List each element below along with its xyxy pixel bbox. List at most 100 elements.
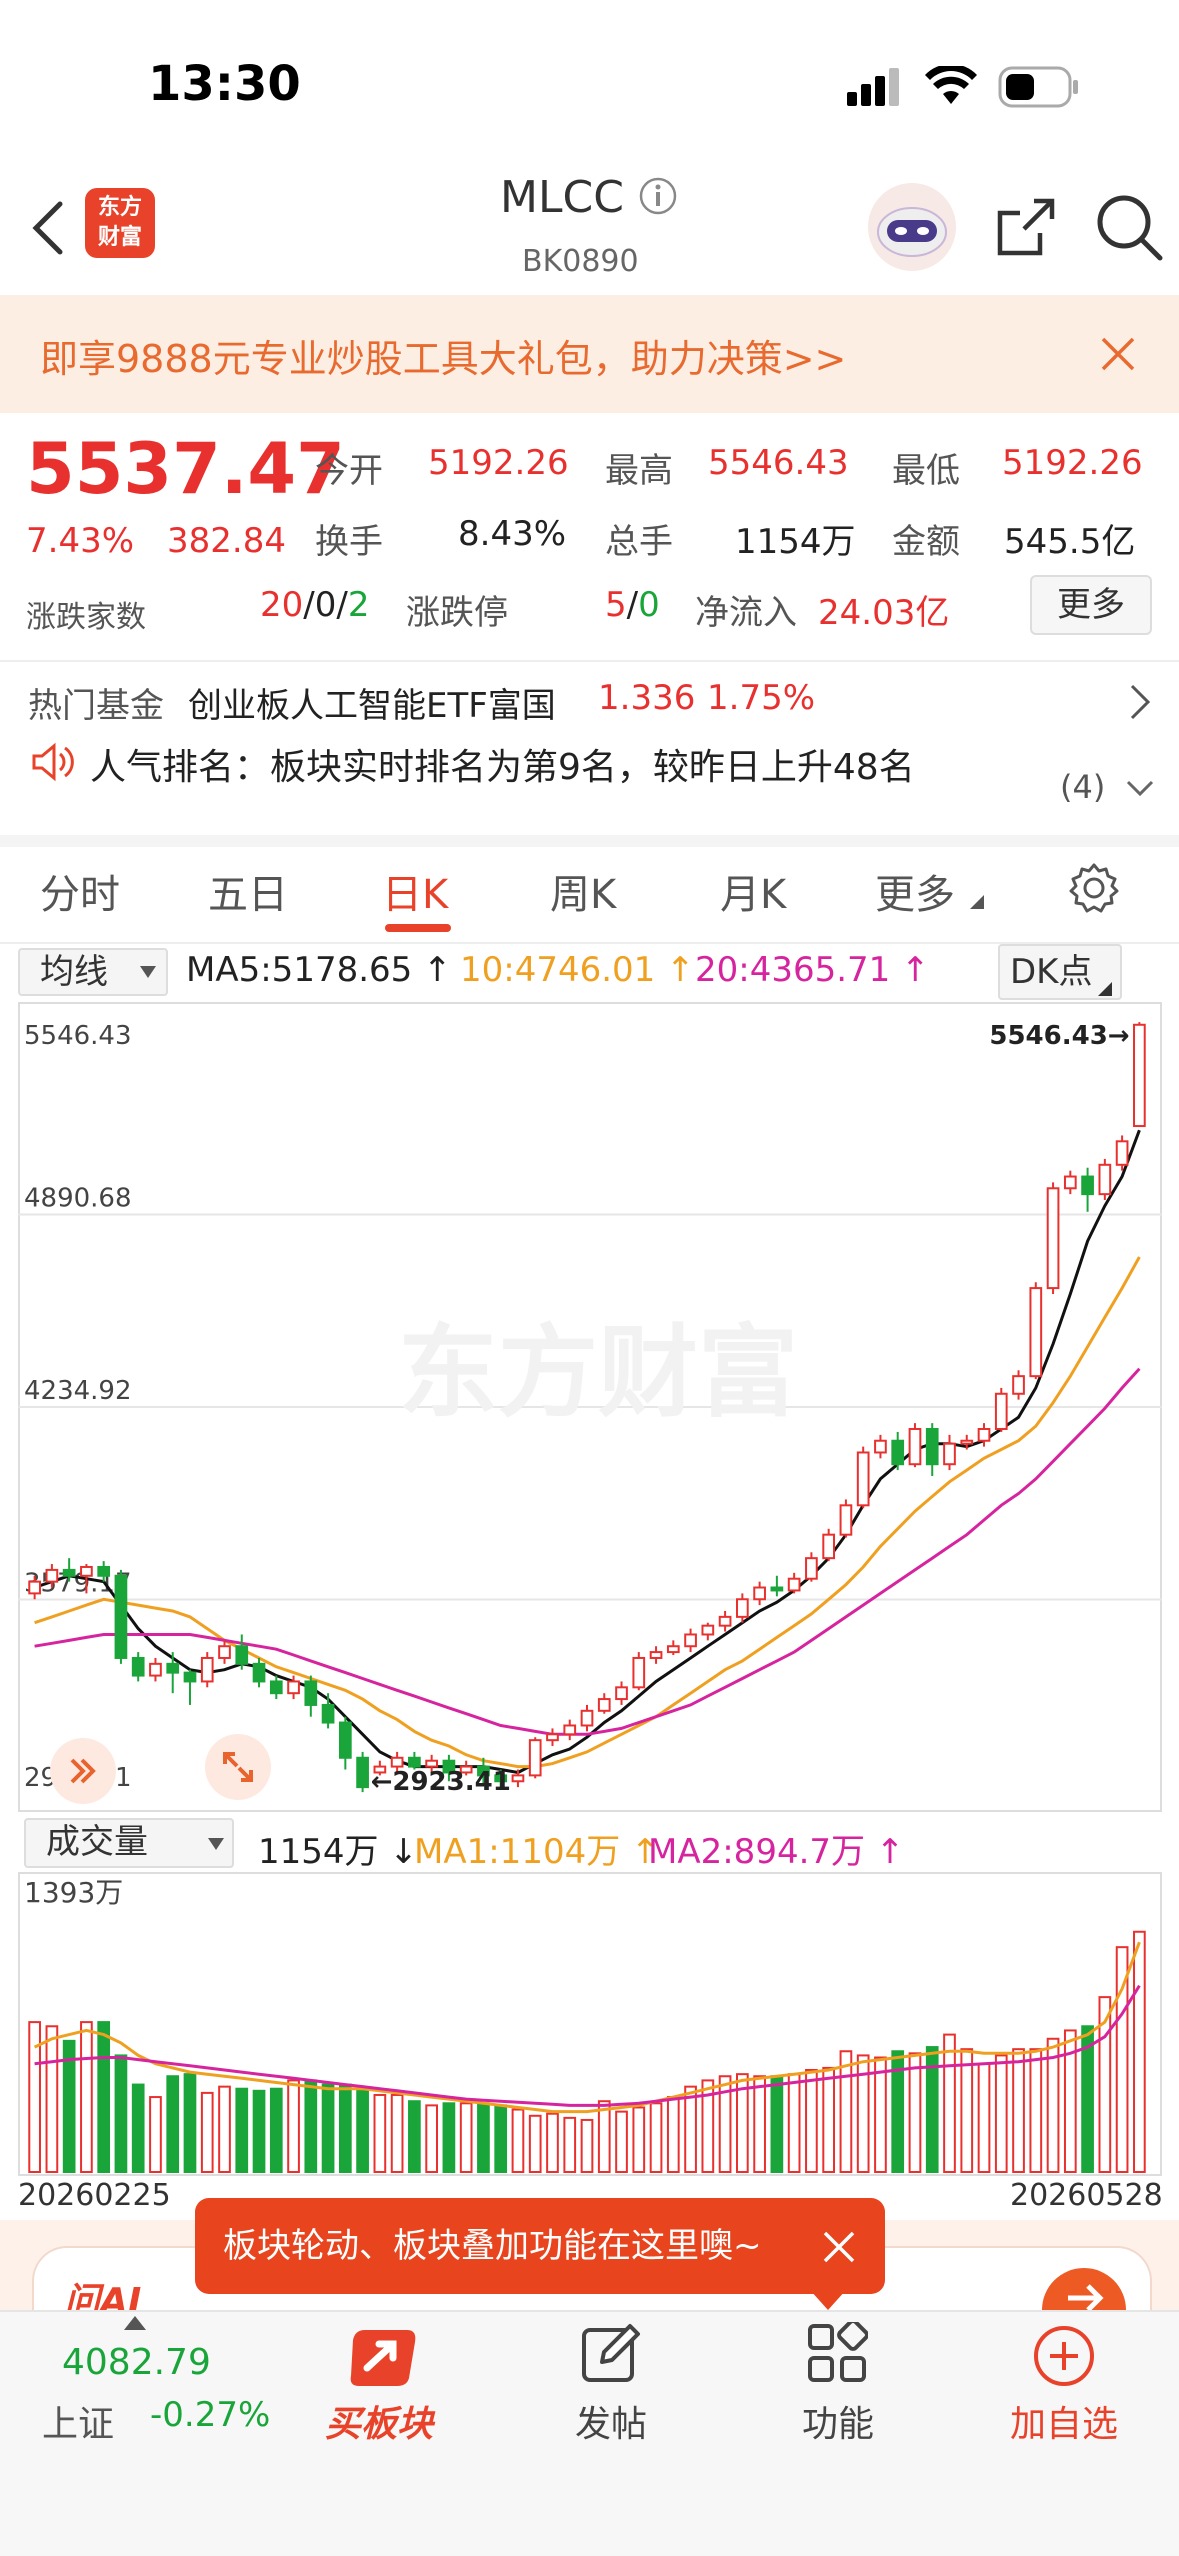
- volume-bar: [563, 2116, 577, 2174]
- candle-body: [666, 1645, 680, 1654]
- chevron-right-icon[interactable]: [1128, 682, 1152, 722]
- adv-count: 20: [260, 585, 304, 625]
- post-label[interactable]: 发帖: [575, 2395, 647, 2447]
- open-label: 今开: [315, 451, 383, 491]
- volume-selector[interactable]: 成交量: [24, 1818, 234, 1868]
- candle-body: [1012, 1375, 1025, 1395]
- volume-ma1-line: [33, 1941, 1141, 2114]
- speaker-icon: [32, 742, 74, 782]
- search-icon[interactable]: [1094, 192, 1164, 262]
- volume-bar: [235, 2087, 249, 2173]
- limit-label: 涨跌停: [406, 593, 508, 633]
- volume-current-value: 1154万: [258, 1832, 379, 1872]
- tooltip-close-icon[interactable]: [822, 2230, 856, 2264]
- volume-bar: [1012, 2048, 1025, 2173]
- volume-bar: [597, 2100, 611, 2173]
- candle-body: [701, 1624, 715, 1636]
- add-watchlist-icon[interactable]: [1032, 2324, 1096, 2388]
- inflow-value: 24.03亿: [818, 593, 950, 633]
- dec-count: 2: [347, 585, 370, 625]
- candle-body: [1098, 1163, 1112, 1196]
- buy-sector-label[interactable]: 买板块: [325, 2395, 433, 2447]
- index-pct[interactable]: -0.27%: [150, 2395, 270, 2435]
- volume-bar: [805, 2068, 818, 2173]
- volume-bar: [787, 2073, 801, 2173]
- candle-body: [149, 1662, 162, 1677]
- fund-name[interactable]: 创业板人工智能ETF富国: [188, 678, 556, 727]
- index-value[interactable]: 4082.79: [62, 2342, 211, 2383]
- y-tick-label: 4890.68: [24, 1183, 132, 1213]
- index-name[interactable]: 上证: [42, 2395, 114, 2447]
- candle-body: [114, 1574, 128, 1659]
- kline-chart[interactable]: 东方财富 5546.434890.684234.923579.172923.41…: [18, 1002, 1162, 1812]
- dk-point-button[interactable]: DK点: [998, 944, 1122, 1000]
- high-marker: 5546.43→: [989, 1021, 1129, 1051]
- post-icon[interactable]: [580, 2322, 642, 2384]
- rank-count[interactable]: (4): [1060, 768, 1105, 806]
- back-icon[interactable]: [28, 200, 68, 256]
- expand-left-icon[interactable]: [48, 1736, 118, 1806]
- volume-bar: [114, 2054, 128, 2173]
- caret-up-icon: [124, 2316, 146, 2330]
- candle-body: [511, 1774, 525, 1783]
- candle-body: [891, 1439, 905, 1466]
- low-marker: ←2923.41: [371, 1767, 511, 1797]
- tab-intraday[interactable]: 分时: [40, 862, 120, 920]
- current-price: 5537.47: [26, 428, 345, 510]
- indicator-selector[interactable]: 均线: [18, 948, 168, 996]
- buy-sector-icon[interactable]: [345, 2322, 421, 2392]
- low-value: 5192.26: [1002, 443, 1143, 483]
- candle-body: [166, 1662, 180, 1674]
- chevron-down-icon[interactable]: [1124, 778, 1156, 798]
- volume-bar: [356, 2087, 369, 2173]
- ma20-value: 20:4365.71 ↑: [695, 950, 930, 990]
- promo-banner-text[interactable]: 即享9888元专业炒股工具大礼包，助力决策>>: [40, 328, 846, 383]
- volume-bar: [615, 2110, 628, 2174]
- close-icon[interactable]: [1100, 336, 1136, 372]
- page-title: MLCC: [500, 172, 678, 223]
- volume-bar: [183, 2073, 197, 2173]
- volume-ma-lines: [33, 1941, 1141, 2114]
- rank-text[interactable]: 人气排名：板块实时排名为第9名，较昨日上升48名: [90, 738, 915, 790]
- candle-body: [977, 1427, 991, 1442]
- candle-body: [736, 1598, 749, 1618]
- fund-price: 1.336: [598, 678, 696, 718]
- candle-body: [1029, 1287, 1043, 1378]
- volume-bar: [287, 2079, 300, 2173]
- candle-body: [218, 1645, 231, 1659]
- amount-value: 545.5亿: [1004, 522, 1136, 562]
- volume-bar: [684, 2085, 697, 2173]
- dropdown-triangle-icon: [1098, 982, 1112, 996]
- tab-weekly-k[interactable]: 周K: [550, 862, 616, 920]
- tab-monthly-k[interactable]: 月K: [720, 862, 786, 920]
- candle-body: [97, 1565, 111, 1577]
- volume-bar: [511, 2108, 525, 2173]
- fullscreen-icon[interactable]: [203, 1732, 273, 1802]
- status-bar: 13:30: [0, 0, 1179, 160]
- arrow-right-icon[interactable]: [1042, 2258, 1126, 2310]
- candle-body: [839, 1504, 853, 1536]
- flat-count: 0: [314, 585, 337, 625]
- more-button[interactable]: 更多: [1030, 575, 1152, 635]
- dropdown-triangle-icon: [970, 895, 984, 909]
- settings-gear-icon[interactable]: [1068, 862, 1120, 914]
- info-icon[interactable]: [638, 176, 678, 216]
- volume-ma1: MA1:1104万 ↑: [414, 1832, 660, 1872]
- function-grid-icon[interactable]: [806, 2322, 868, 2384]
- add-watchlist-label[interactable]: 加自选: [1010, 2395, 1118, 2447]
- tab-five-day[interactable]: 五日: [208, 862, 288, 920]
- function-label[interactable]: 功能: [802, 2395, 874, 2447]
- candle-body: [787, 1577, 801, 1592]
- candle-body: [28, 1580, 41, 1595]
- candle-body: [338, 1721, 352, 1759]
- candle-body: [753, 1586, 766, 1601]
- tab-daily-k[interactable]: 日K: [382, 862, 448, 920]
- tab-more[interactable]: 更多: [875, 862, 955, 920]
- volume-bar: [218, 2085, 231, 2173]
- volume-bar: [408, 2100, 421, 2173]
- robot-avatar-icon[interactable]: [865, 180, 959, 274]
- app-logo: 东方 财富: [85, 188, 155, 258]
- section-gap: [0, 835, 1179, 847]
- share-icon[interactable]: [994, 195, 1058, 259]
- volume-chart[interactable]: 1393万: [18, 1872, 1162, 2176]
